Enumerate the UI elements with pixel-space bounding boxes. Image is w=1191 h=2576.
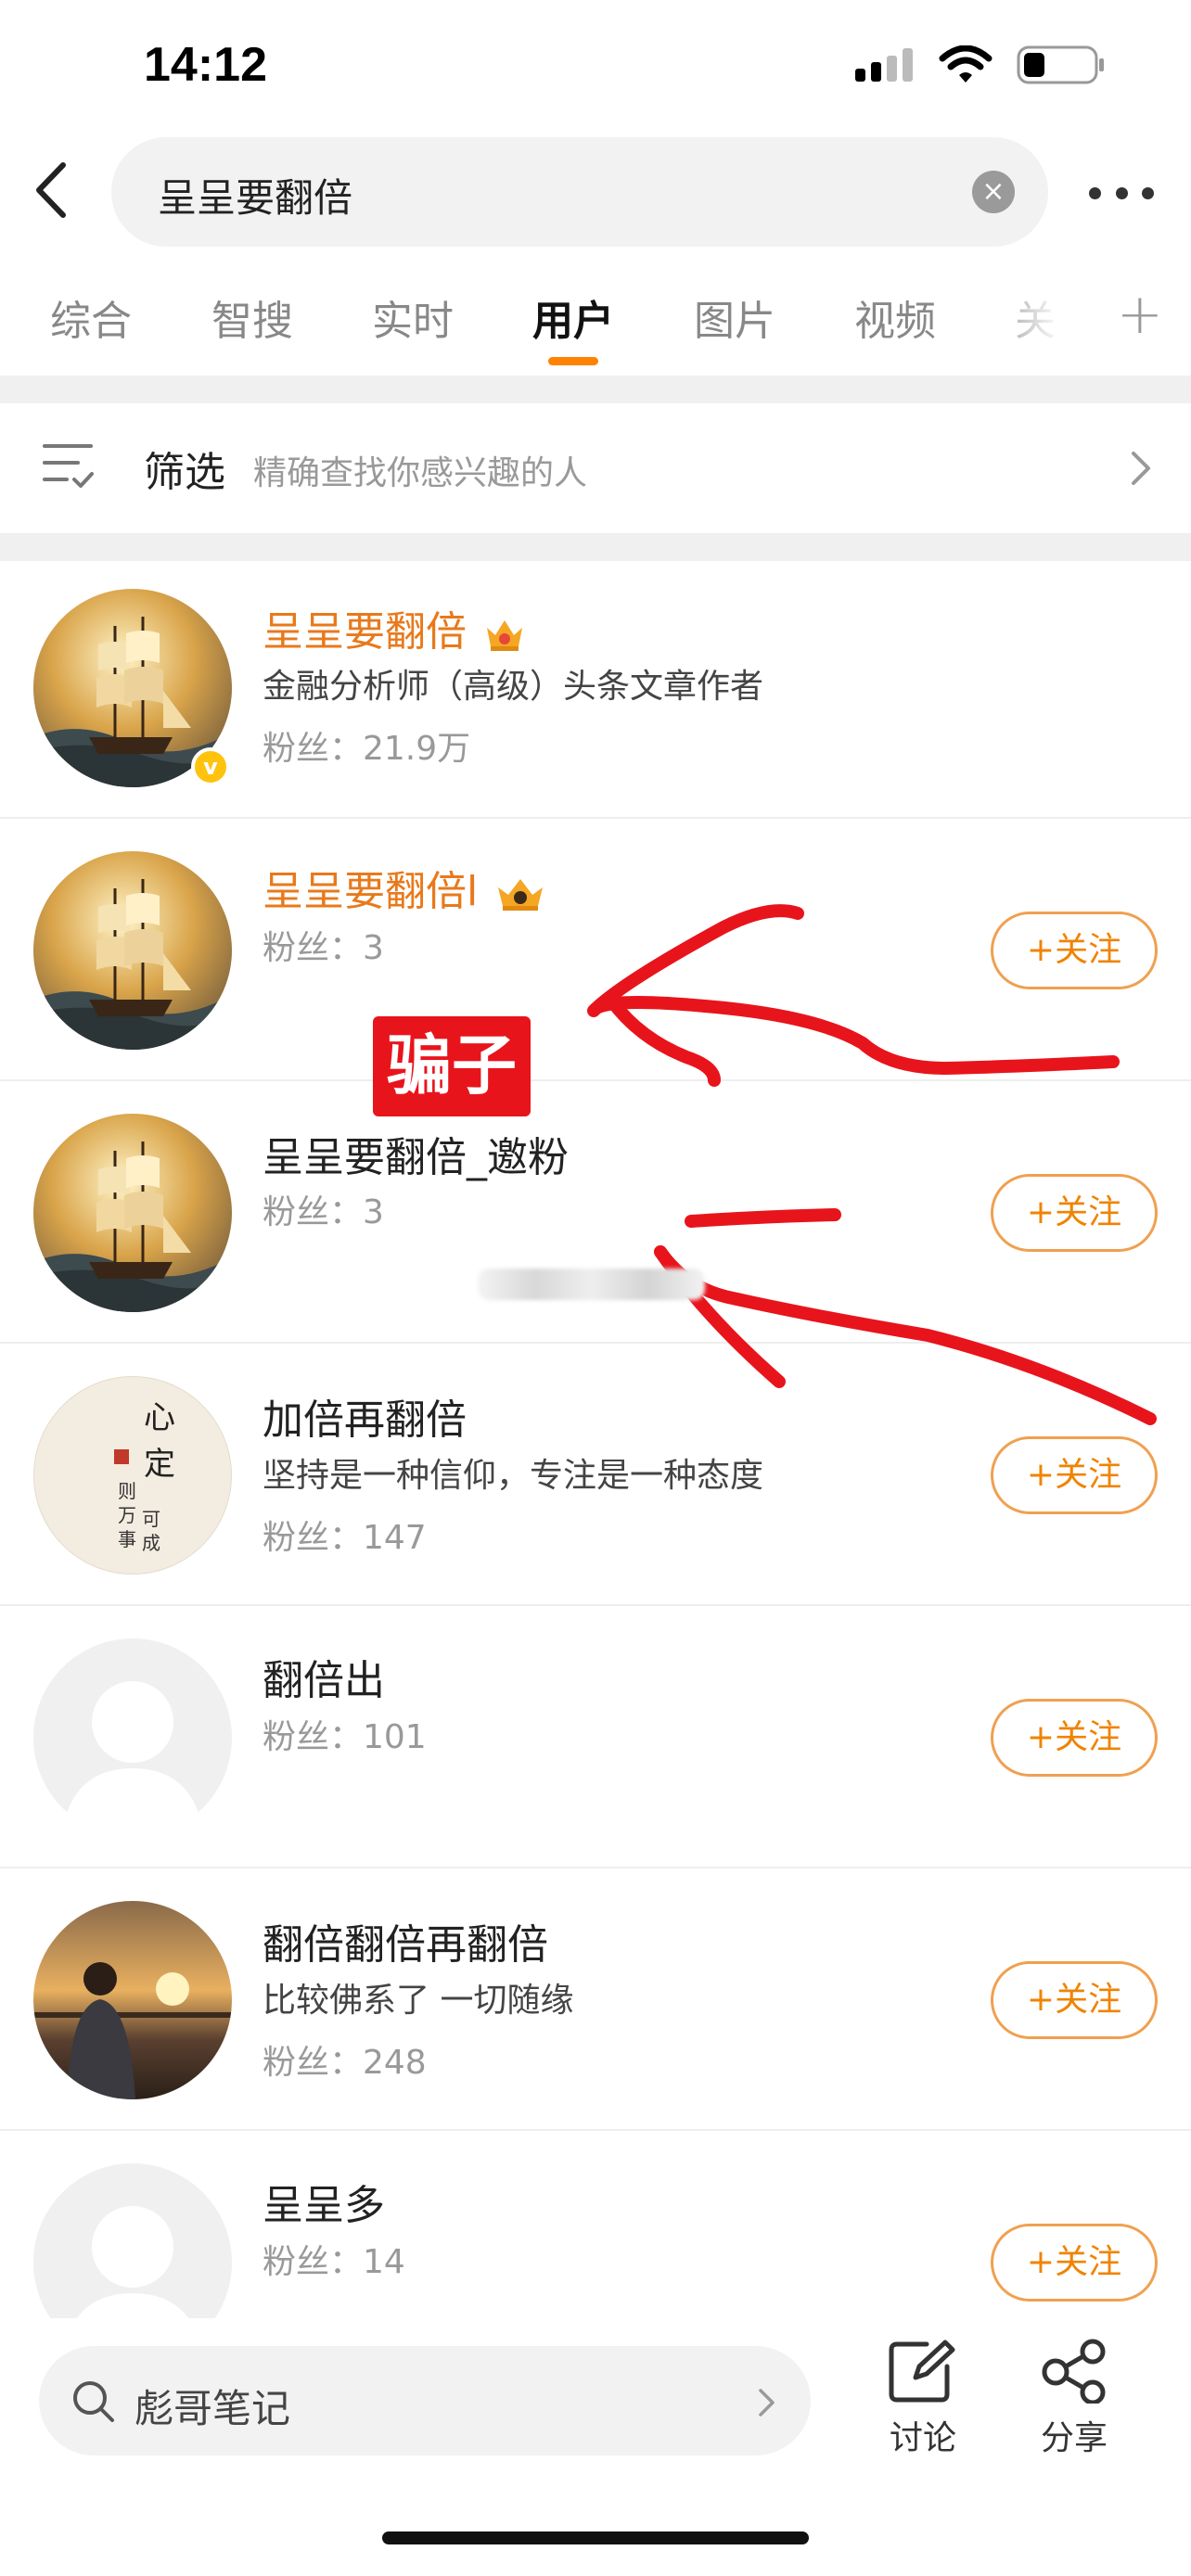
fan-count: 粉丝：3 bbox=[263, 1193, 384, 1231]
avatar[interactable] bbox=[33, 1901, 232, 2099]
share-button[interactable]: 分享 bbox=[1018, 2339, 1130, 2459]
user-name[interactable]: 翻倍出 bbox=[263, 1647, 385, 1706]
list-item[interactable]: 呈呈要翻倍_邀粉 粉丝：3 +关注 bbox=[0, 1081, 1191, 1344]
fan-count: 粉丝：248 bbox=[263, 2044, 427, 2082]
filter-bar[interactable]: 筛选 精确查找你感兴趣的人 bbox=[0, 403, 1191, 533]
follow-button[interactable]: +关注 bbox=[991, 912, 1158, 989]
scam-annotation-label: 骗子 bbox=[373, 1016, 531, 1116]
vip-crown-icon bbox=[498, 879, 544, 911]
back-arrow-icon[interactable] bbox=[26, 158, 82, 223]
filter-label: 筛选 bbox=[144, 449, 225, 496]
verified-badge-icon: v bbox=[191, 747, 230, 786]
discuss-label: 讨论 bbox=[889, 2419, 956, 2457]
compose-icon bbox=[889, 2340, 955, 2403]
chevron-right-icon bbox=[1132, 452, 1150, 485]
user-name[interactable]: 呈呈多 bbox=[263, 2172, 385, 2231]
share-label: 分享 bbox=[1040, 2419, 1108, 2457]
bottom-search-input[interactable]: 彪哥笔记 bbox=[39, 2346, 811, 2455]
filter-hint: 精确查找你感兴趣的人 bbox=[253, 454, 588, 492]
avatar[interactable]: 心 定 则 万 事 可 成 bbox=[33, 1376, 232, 1575]
tab-videos[interactable]: 视频 bbox=[854, 287, 936, 347]
add-tab-icon[interactable]: + bbox=[1117, 282, 1163, 347]
user-name[interactable]: 呈呈要翻倍_邀粉 bbox=[263, 1124, 569, 1183]
discuss-button[interactable]: 讨论 bbox=[867, 2339, 979, 2459]
search-icon bbox=[73, 2381, 114, 2422]
follow-button[interactable]: +关注 bbox=[991, 2224, 1158, 2302]
list-item[interactable]: 翻倍翻倍再翻倍 比较佛系了 一切随缘 粉丝：248 +关注 bbox=[0, 1868, 1191, 2131]
status-time: 14:12 bbox=[144, 38, 267, 92]
list-item[interactable]: 呈呈要翻倍l 粉丝：3 +关注 bbox=[0, 819, 1191, 1081]
tab-smart-search[interactable]: 智搜 bbox=[211, 287, 293, 347]
fan-count: 粉丝：14 bbox=[263, 2243, 405, 2281]
list-item[interactable]: v 呈呈要翻倍 金融分析师（高级）头条文章作者 粉丝：21.9万 bbox=[0, 556, 1191, 819]
app-screen: 14:12 呈呈要翻倍 × 综合 智搜 实时 用户 图片 视频 + 筛选 精确查… bbox=[0, 0, 1191, 2576]
tab-realtime[interactable]: 实时 bbox=[372, 287, 454, 347]
clear-search-icon[interactable]: × bbox=[972, 171, 1015, 213]
avatar[interactable] bbox=[33, 851, 232, 1050]
wifi-icon bbox=[939, 45, 992, 83]
censor-blur bbox=[478, 1269, 705, 1300]
list-item[interactable]: 心 定 则 万 事 可 成 加倍再翻倍 坚持是一种信仰，专注是一种态度 粉丝：1… bbox=[0, 1344, 1191, 1606]
default-avatar-icon[interactable] bbox=[33, 1639, 232, 1837]
bottom-search-text: 彪哥笔记 bbox=[134, 2386, 291, 2431]
user-results-list: v 呈呈要翻倍 金融分析师（高级）头条文章作者 粉丝：21.9万 呈呈要翻倍l … bbox=[0, 556, 1191, 2504]
search-header: 呈呈要翻倍 × bbox=[0, 137, 1191, 249]
chevron-right-icon bbox=[759, 2389, 775, 2417]
tab-fade bbox=[978, 278, 1098, 362]
active-tab-indicator bbox=[548, 357, 598, 365]
divider-band bbox=[0, 376, 1191, 403]
follow-button[interactable]: +关注 bbox=[991, 1699, 1158, 1777]
share-icon bbox=[1042, 2339, 1106, 2405]
fan-count: 粉丝：3 bbox=[263, 929, 384, 967]
follow-button[interactable]: +关注 bbox=[991, 1436, 1158, 1514]
more-options-icon[interactable] bbox=[1089, 174, 1154, 211]
user-bio: 坚持是一种信仰，专注是一种态度 bbox=[263, 1457, 764, 1495]
status-bar: 14:12 bbox=[0, 0, 1191, 139]
user-name[interactable]: 呈呈要翻倍 bbox=[263, 598, 526, 657]
follow-button[interactable]: +关注 bbox=[991, 1961, 1158, 2039]
home-indicator bbox=[382, 2531, 809, 2544]
tab-users[interactable]: 用户 bbox=[532, 287, 614, 347]
fan-count: 粉丝：147 bbox=[263, 1519, 427, 1557]
avatar[interactable] bbox=[33, 1114, 232, 1312]
list-item[interactable]: 翻倍出 粉丝：101 +关注 bbox=[0, 1606, 1191, 1868]
tab-all[interactable]: 综合 bbox=[50, 287, 132, 347]
fan-count: 粉丝：101 bbox=[263, 1718, 427, 1756]
user-name[interactable]: 呈呈要翻倍l bbox=[263, 858, 546, 917]
filter-icon bbox=[43, 444, 94, 488]
fan-count: 粉丝：21.9万 bbox=[263, 730, 471, 768]
search-tabs: 综合 智搜 实时 用户 图片 视频 关 + bbox=[0, 278, 1191, 380]
user-bio: 金融分析师（高级）头条文章作者 bbox=[263, 668, 764, 706]
search-query: 呈呈要翻倍 bbox=[158, 175, 353, 221]
user-name[interactable]: 加倍再翻倍 bbox=[263, 1386, 467, 1446]
vip-crown-icon bbox=[487, 620, 522, 651]
cellular-signal-icon bbox=[855, 48, 913, 82]
tab-images[interactable]: 图片 bbox=[694, 287, 775, 347]
battery-icon bbox=[1017, 45, 1104, 84]
search-input[interactable]: 呈呈要翻倍 × bbox=[111, 137, 1048, 247]
follow-button[interactable]: +关注 bbox=[991, 1174, 1158, 1252]
user-name[interactable]: 翻倍翻倍再翻倍 bbox=[263, 1911, 548, 1970]
status-icons bbox=[855, 45, 1106, 85]
user-bio: 比较佛系了 一切随缘 bbox=[263, 1982, 574, 2020]
